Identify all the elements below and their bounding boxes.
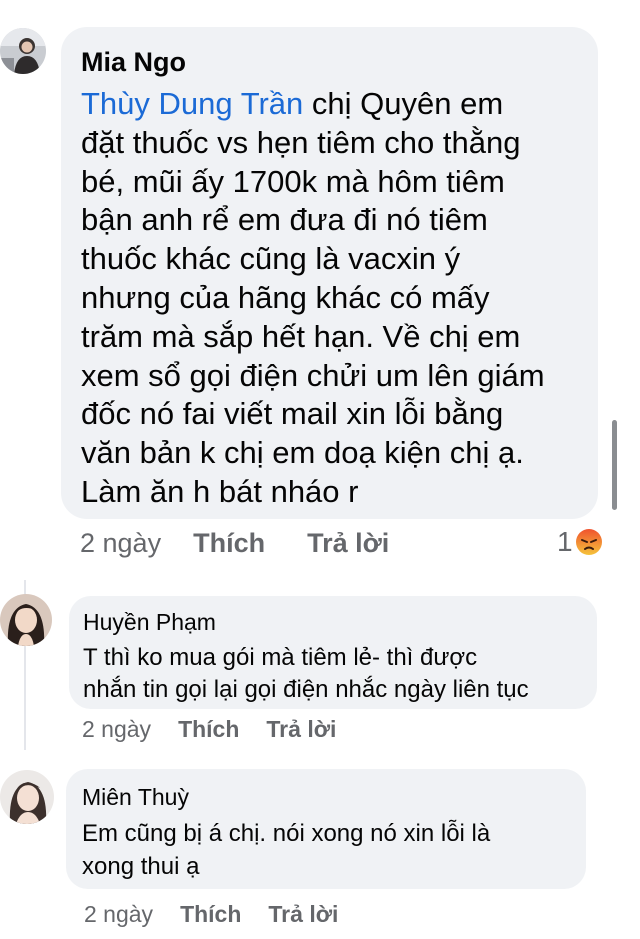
like-button[interactable]: Thích <box>178 716 239 743</box>
comment-bubble-mien-thuy: Miên Thuỳ Em cũng bị á chị. nói xong nó … <box>66 769 586 889</box>
comment-text: T thì ko mua gói mà tiêm lẻ- thì được nh… <box>83 644 529 703</box>
comment-author[interactable]: Mia Ngo <box>81 45 598 79</box>
comment-timestamp[interactable]: 2 ngày <box>82 716 151 743</box>
comment-actions: 2 ngày Thích Trả lời <box>84 901 338 928</box>
reply-button[interactable]: Trả lời <box>266 716 336 743</box>
scrollbar[interactable] <box>612 420 617 510</box>
comment-timestamp[interactable]: 2 ngày <box>80 528 161 559</box>
avatar-mia-ngo[interactable] <box>0 28 46 74</box>
comment-text: Thùy Dung Trần chị Quyên em đặt thuốc vs… <box>81 86 545 509</box>
comment-bubble-huyen-pham: Huyền Phạm T thì ko mua gói mà tiêm lẻ- … <box>69 596 597 709</box>
avatar-image <box>0 594 52 646</box>
reaction-count: 1 <box>557 526 573 557</box>
avatar-huyen-pham[interactable] <box>0 594 52 646</box>
comment-actions: 2 ngày Thích Trả lời <box>82 716 336 743</box>
like-button[interactable]: Thích <box>193 528 265 559</box>
reaction-summary[interactable]: 1 <box>557 526 603 558</box>
like-button[interactable]: Thích <box>180 901 241 928</box>
comment-bubble-mia-ngo: Mia Ngo Thùy Dung Trần chị Quyên em đặt … <box>61 27 598 519</box>
comment-timestamp[interactable]: 2 ngày <box>84 901 153 928</box>
reply-button[interactable]: Trả lời <box>307 528 389 559</box>
avatar-mien-thuy[interactable] <box>0 770 54 824</box>
comment-actions: 2 ngày Thích Trả lời <box>80 528 389 559</box>
comment-author[interactable]: Huyền Phạm <box>83 608 597 636</box>
comment-author[interactable]: Miên Thuỳ <box>82 783 586 811</box>
angry-reaction-icon <box>575 529 602 555</box>
avatar-image <box>0 770 54 824</box>
comment-text: Em cũng bị á chị. nói xong nó xin lỗi là… <box>82 820 491 880</box>
mention-link[interactable]: Thùy Dung Trần <box>81 86 303 121</box>
avatar-image <box>0 28 46 74</box>
reply-button[interactable]: Trả lời <box>268 901 338 928</box>
